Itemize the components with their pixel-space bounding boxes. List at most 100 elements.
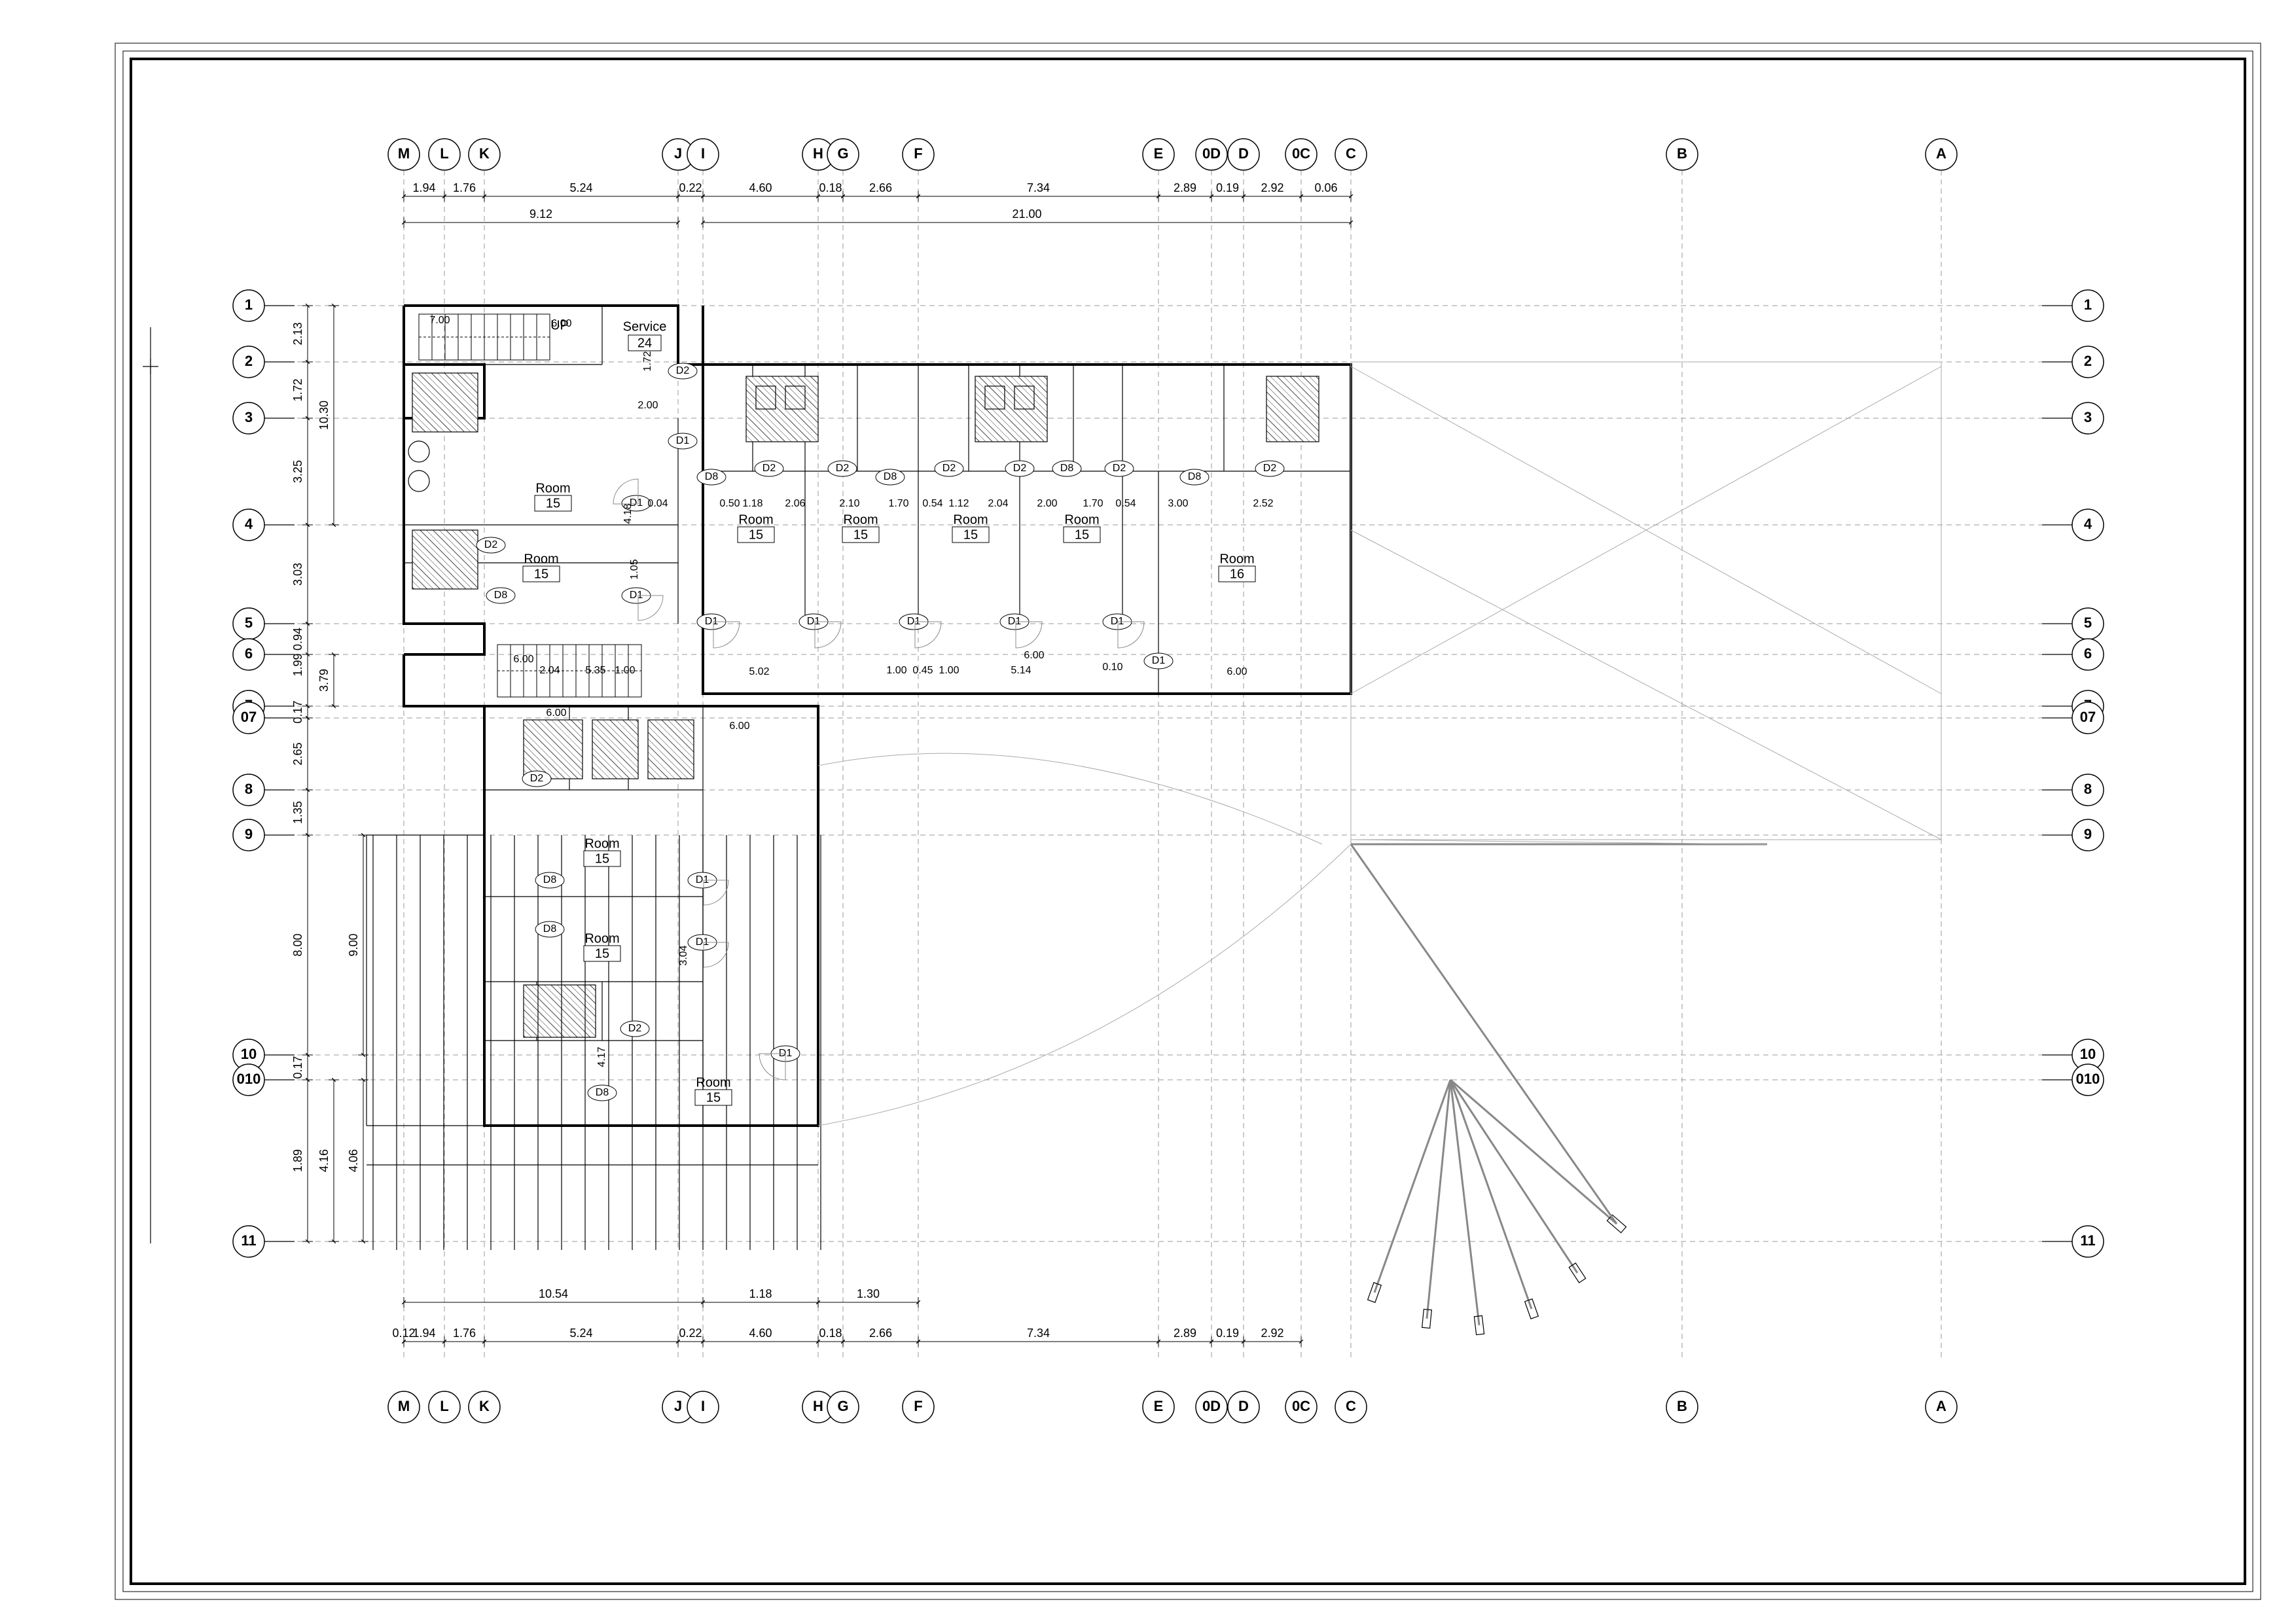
svg-text:2.00: 2.00	[637, 400, 658, 411]
svg-text:15: 15	[546, 496, 560, 510]
svg-text:H: H	[813, 1398, 823, 1414]
svg-text:21.00: 21.00	[1012, 207, 1041, 221]
svg-text:6.00: 6.00	[513, 654, 533, 665]
svg-text:1.70: 1.70	[1083, 498, 1103, 509]
svg-text:C: C	[1346, 145, 1356, 162]
svg-text:Room: Room	[524, 552, 558, 566]
service-name: Service	[623, 319, 667, 334]
svg-text:K: K	[479, 145, 490, 162]
svg-text:0.94: 0.94	[291, 628, 304, 651]
svg-text:0D: 0D	[1202, 145, 1221, 162]
grid-bubbles-left: 123456707891001011	[233, 290, 295, 1257]
svg-text:6: 6	[2084, 645, 2092, 662]
svg-text:15: 15	[706, 1090, 721, 1105]
svg-text:6.00: 6.00	[729, 721, 749, 732]
svg-text:2.13: 2.13	[291, 322, 304, 345]
room-tag-service: Service 24	[623, 319, 667, 351]
svg-text:Room: Room	[584, 931, 619, 946]
svg-text:D1: D1	[1152, 655, 1166, 666]
svg-text:1.18: 1.18	[749, 1287, 772, 1300]
svg-text:L: L	[440, 145, 448, 162]
service-num: 24	[637, 336, 652, 350]
svg-text:3.03: 3.03	[291, 563, 304, 586]
dimensions-left: 2.131.723.253.030.941.990.172.651.358.00…	[291, 306, 368, 1241]
svg-text:1.05: 1.05	[629, 559, 640, 579]
svg-text:4: 4	[2084, 516, 2092, 532]
svg-text:3: 3	[2084, 409, 2092, 425]
grid-bubbles-top: MLKJIHGFE0DD0CCBA	[388, 139, 1957, 170]
svg-text:B: B	[1677, 145, 1687, 162]
svg-text:M: M	[398, 145, 410, 162]
curved-path	[818, 753, 1322, 844]
svg-text:D: D	[1238, 145, 1249, 162]
svg-text:J: J	[674, 1398, 682, 1414]
svg-text:2.06: 2.06	[785, 498, 805, 509]
svg-text:K: K	[479, 1398, 490, 1414]
svg-text:1.00: 1.00	[886, 665, 906, 676]
svg-text:1.76: 1.76	[453, 181, 476, 194]
svg-text:2.52: 2.52	[1253, 498, 1273, 509]
grid-bubbles-right: 123456707891001011	[2042, 290, 2104, 1257]
svg-text:D8: D8	[1188, 471, 1202, 482]
svg-text:0.10: 0.10	[1102, 662, 1122, 673]
svg-text:Room: Room	[696, 1075, 730, 1090]
svg-text:2.66: 2.66	[869, 181, 892, 194]
outer-border	[123, 51, 2253, 1592]
svg-text:C: C	[1346, 1398, 1356, 1414]
svg-text:10.30: 10.30	[317, 401, 331, 430]
svg-text:2.00: 2.00	[1037, 498, 1057, 509]
svg-text:6.00: 6.00	[1024, 650, 1044, 661]
svg-text:4.60: 4.60	[749, 1327, 772, 1340]
svg-text:Room: Room	[953, 512, 988, 527]
shade-canopy	[1351, 844, 1767, 1335]
svg-text:F: F	[914, 145, 922, 162]
svg-text:7.34: 7.34	[1027, 181, 1050, 194]
svg-text:9.00: 9.00	[347, 933, 360, 956]
svg-text:0.17: 0.17	[291, 1056, 304, 1079]
svg-text:1.00: 1.00	[939, 665, 959, 676]
svg-text:0.19: 0.19	[1216, 1327, 1239, 1340]
svg-text:11: 11	[241, 1232, 256, 1249]
svg-text:9: 9	[245, 826, 253, 842]
floor-plan-drawing: MLKJIHGFE0DD0CCBA MLKJIHGFE0DD0CCBA 1234…	[0, 0, 2296, 1623]
svg-text:4.17: 4.17	[596, 1046, 607, 1067]
inner-dimensions: 7.006.002.000.040.501.182.062.101.700.54…	[429, 315, 1273, 1067]
svg-text:1.76: 1.76	[453, 1327, 476, 1340]
svg-text:Room: Room	[1064, 512, 1099, 527]
svg-text:L: L	[440, 1398, 448, 1414]
svg-text:0.22: 0.22	[679, 1327, 702, 1340]
svg-text:4.06: 4.06	[347, 1149, 360, 1172]
roof-awning-lines	[1351, 366, 1941, 844]
svg-text:Room: Room	[1219, 552, 1254, 566]
roof-outline	[1351, 362, 1941, 840]
svg-text:10: 10	[2080, 1046, 2096, 1062]
svg-text:D8: D8	[543, 923, 557, 935]
svg-text:H: H	[813, 145, 823, 162]
door-swings	[613, 479, 1144, 1080]
svg-text:D2: D2	[1113, 463, 1126, 474]
svg-text:0.50: 0.50	[719, 498, 740, 509]
svg-text:D8: D8	[494, 590, 508, 601]
svg-text:0.18: 0.18	[819, 181, 842, 194]
svg-text:D2: D2	[676, 365, 690, 376]
svg-text:3.00: 3.00	[1168, 498, 1188, 509]
svg-text:1.99: 1.99	[291, 653, 304, 676]
svg-text:D2: D2	[1013, 463, 1027, 474]
svg-text:1.70: 1.70	[888, 498, 908, 509]
svg-text:010: 010	[2076, 1071, 2100, 1087]
svg-text:010: 010	[237, 1071, 261, 1087]
svg-text:15: 15	[595, 851, 609, 866]
svg-text:0.17: 0.17	[291, 700, 304, 723]
svg-text:3.25: 3.25	[291, 460, 304, 483]
svg-text:2.89: 2.89	[1174, 1327, 1196, 1340]
svg-text:1: 1	[245, 296, 253, 313]
svg-text:5: 5	[2084, 615, 2092, 631]
svg-text:1.18: 1.18	[742, 498, 762, 509]
svg-text:D2: D2	[530, 773, 544, 784]
svg-text:D2: D2	[484, 539, 498, 550]
svg-text:D8: D8	[596, 1087, 609, 1098]
svg-text:0.06: 0.06	[1314, 181, 1337, 194]
svg-text:2: 2	[245, 353, 253, 369]
svg-text:2.04: 2.04	[539, 665, 560, 676]
svg-text:D8: D8	[1060, 463, 1074, 474]
